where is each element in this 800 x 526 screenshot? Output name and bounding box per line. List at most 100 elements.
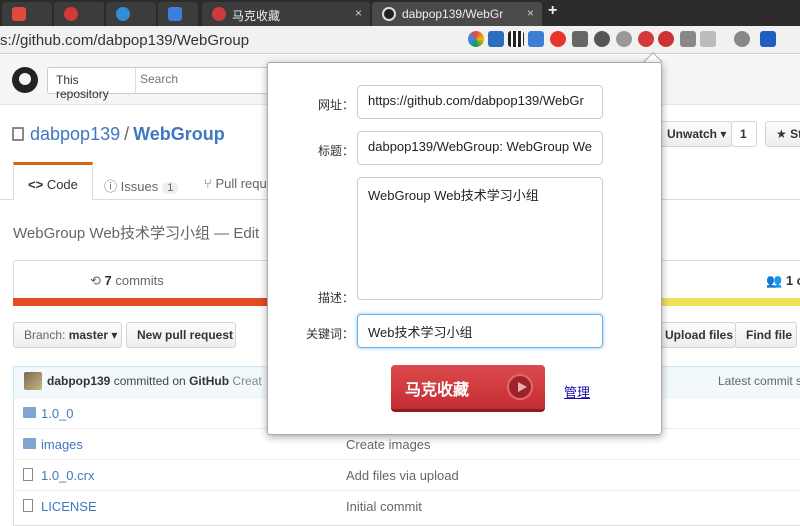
mark-icon[interactable] bbox=[638, 31, 654, 47]
file-icon bbox=[23, 468, 33, 481]
play-icon bbox=[507, 374, 533, 400]
code-icon: <> bbox=[28, 177, 44, 192]
search-box: This repository bbox=[47, 67, 269, 101]
browser-tab-2[interactable] bbox=[54, 2, 104, 26]
find-file-button[interactable]: Find file bbox=[735, 322, 797, 348]
description-label: 描述： bbox=[317, 291, 354, 305]
commit-text: committed on bbox=[110, 374, 190, 388]
issue-icon: ⓘ bbox=[104, 179, 118, 194]
save-mark-button[interactable]: 马克收藏 bbox=[391, 365, 545, 409]
color-wheel-icon[interactable] bbox=[468, 31, 484, 47]
address-bar: s://github.com/dabpop139/WebGroup bbox=[0, 26, 800, 54]
file-name-link[interactable]: 1.0_0 bbox=[41, 406, 74, 421]
keywords-input[interactable]: Web技术学习小组 bbox=[357, 314, 603, 348]
tab-pull-requests-label: Pull requ bbox=[215, 176, 267, 191]
file-commit-message[interactable]: Initial commit bbox=[346, 499, 422, 514]
browser-tab-3[interactable] bbox=[106, 2, 156, 26]
file-commit-message[interactable]: Create images bbox=[346, 437, 431, 452]
paw-icon[interactable] bbox=[760, 31, 776, 47]
tab-favicon-icon bbox=[116, 7, 130, 21]
new-tab-button[interactable]: + bbox=[548, 2, 557, 20]
description-textarea[interactable]: WebGroup Web技术学习小组 bbox=[357, 177, 603, 300]
search-input[interactable] bbox=[140, 72, 260, 86]
mail-icon[interactable] bbox=[488, 31, 504, 47]
contributors-link[interactable]: 👥 1 c bbox=[766, 273, 800, 289]
save-mark-label: 马克收藏 bbox=[405, 382, 470, 399]
file-row[interactable]: 1.0_0.crx Add files via upload bbox=[13, 459, 800, 490]
people-icon: 👥 bbox=[766, 273, 786, 288]
commit-platform[interactable]: GitHub bbox=[189, 374, 229, 388]
file-name-link[interactable]: images bbox=[41, 437, 83, 452]
repo-icon bbox=[12, 127, 24, 141]
tab-favicon-icon bbox=[12, 7, 26, 21]
block-icon[interactable] bbox=[658, 31, 674, 47]
browser-tab-strip: 马克收藏 × dabpop139/WebGr × + bbox=[0, 0, 800, 26]
close-icon[interactable]: × bbox=[527, 6, 534, 20]
branch-name: master ▾ bbox=[68, 328, 118, 342]
repo-description: WebGroup Web技术学习小组 — Edit bbox=[13, 222, 259, 243]
watch-count[interactable]: 1 bbox=[731, 121, 757, 147]
qr-code-icon[interactable] bbox=[508, 31, 524, 47]
tab-issues[interactable]: ⓘ Issues 1 bbox=[104, 176, 179, 195]
commit-message[interactable]: Creat bbox=[229, 374, 261, 388]
file-name-link[interactable]: 1.0_0.crx bbox=[41, 468, 94, 483]
new-pull-request-button[interactable]: New pull request bbox=[126, 322, 236, 348]
repo-owner-link[interactable]: dabpop139 bbox=[30, 124, 120, 144]
browser-tab-1[interactable] bbox=[2, 2, 52, 26]
commits-link[interactable]: ⟲ 7 commits bbox=[90, 273, 164, 289]
url-field[interactable]: s://github.com/dabpop139/WebGroup bbox=[0, 32, 249, 49]
reload-icon[interactable] bbox=[734, 31, 750, 47]
tab-pull-requests[interactable]: ⑂ Pull requ bbox=[204, 176, 267, 191]
commit-author-link[interactable]: dabpop139 bbox=[47, 374, 110, 388]
adblock-icon[interactable] bbox=[550, 31, 566, 47]
star-icon[interactable] bbox=[680, 31, 696, 47]
star-label: St bbox=[790, 127, 800, 141]
keywords-label: 关键词： bbox=[305, 327, 354, 341]
grid-icon[interactable] bbox=[700, 31, 716, 47]
folder-icon bbox=[23, 407, 36, 418]
upload-label: Upload files bbox=[665, 328, 734, 342]
file-row[interactable]: LICENSE Initial commit bbox=[13, 490, 800, 521]
watch-count-label: 1 bbox=[740, 127, 747, 141]
browser-tab-4[interactable] bbox=[158, 2, 198, 26]
unwatch-label: Unwatch ▾ bbox=[667, 127, 727, 141]
repo-title: dabpop139/WebGroup bbox=[12, 124, 225, 145]
recycle-icon[interactable] bbox=[594, 31, 610, 47]
title-input[interactable]: dabpop139/WebGroup: WebGroup We bbox=[357, 131, 603, 165]
github-favicon-icon bbox=[382, 7, 396, 21]
manage-link[interactable]: 管理 bbox=[564, 382, 590, 401]
browser-tab-github[interactable]: dabpop139/WebGr × bbox=[372, 2, 542, 26]
commits-count: 7 bbox=[104, 273, 112, 288]
tab-favicon-icon bbox=[168, 7, 182, 21]
url-input[interactable]: https://github.com/dabpop139/WebGr bbox=[357, 85, 603, 119]
browser-tab-marks[interactable]: 马克收藏 × bbox=[202, 2, 370, 26]
avatar[interactable] bbox=[24, 372, 42, 390]
latest-commit-label[interactable]: Latest commit s bbox=[718, 374, 800, 388]
edit-description-link[interactable]: — Edit bbox=[210, 225, 259, 242]
repo-name-link[interactable]: WebGroup bbox=[133, 124, 225, 144]
github-logo-icon[interactable] bbox=[12, 67, 38, 93]
tab-issues-label: Issues bbox=[120, 179, 159, 194]
branch-select[interactable]: Branch: master ▾ bbox=[13, 322, 122, 348]
title-label: 标题： bbox=[317, 144, 354, 158]
gear-icon[interactable] bbox=[616, 31, 632, 47]
translate-icon[interactable] bbox=[528, 31, 544, 47]
folder-icon bbox=[23, 438, 36, 449]
unwatch-button[interactable]: Unwatch ▾ bbox=[650, 121, 732, 147]
description-text: WebGroup Web技术学习小组 bbox=[13, 225, 211, 242]
tab-favicon-icon bbox=[212, 7, 226, 21]
file-commit-message[interactable]: Add files via upload bbox=[346, 468, 459, 483]
file-icon bbox=[23, 499, 33, 512]
close-icon[interactable]: × bbox=[355, 6, 362, 20]
pocket-icon[interactable] bbox=[572, 31, 588, 47]
commits-label: commits bbox=[111, 273, 164, 288]
repo-separator: / bbox=[124, 124, 130, 144]
contributors-count: 1 c bbox=[785, 273, 800, 288]
star-button[interactable]: ★ St bbox=[765, 121, 800, 147]
history-icon: ⟲ bbox=[90, 273, 105, 288]
file-name-link[interactable]: LICENSE bbox=[41, 499, 97, 514]
search-scope-label[interactable]: This repository bbox=[48, 68, 136, 101]
star-icon: ★ bbox=[776, 127, 791, 141]
upload-files-button[interactable]: Upload files bbox=[654, 322, 736, 348]
tab-code[interactable]: <> Code bbox=[13, 162, 93, 201]
